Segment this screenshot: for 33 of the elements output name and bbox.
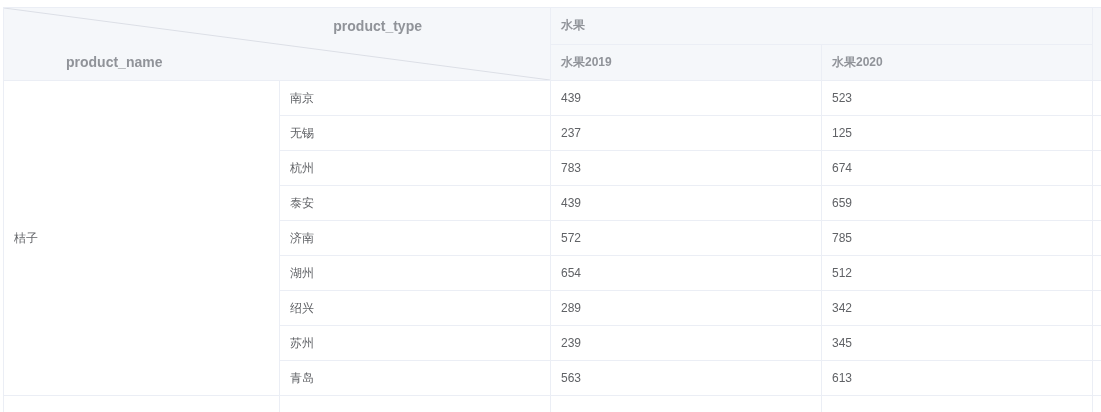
table-cell: 654 (550, 255, 822, 291)
column-header: 水果2020 (821, 44, 1093, 81)
table-cell: 523 (821, 80, 1093, 116)
table-cell: 泰安 (279, 185, 551, 221)
table-cell: 杭州 (279, 150, 551, 186)
table-cell: 济南 (279, 220, 551, 256)
table-cell: 289 (550, 290, 822, 326)
table-cell: 783 (550, 150, 822, 186)
table-cell: 125 (821, 115, 1093, 151)
table-cell: 无锡 (279, 115, 551, 151)
table-cell: 572 (550, 220, 822, 256)
table-cell: 湖州 (279, 255, 551, 291)
table-cell: 613 (821, 360, 1093, 396)
table-cell: 512 (821, 255, 1093, 291)
table-cell: 239 (550, 325, 822, 361)
table-cell: 563 (550, 360, 822, 396)
table-cell: 绍兴 (279, 290, 551, 326)
table-cell: 237 (550, 115, 822, 151)
column-axis-label: product_type (333, 18, 422, 34)
table-cell: 苏州 (279, 325, 551, 361)
table-cell: 439 (550, 185, 822, 221)
table-cell: 南京 (279, 80, 551, 116)
column-header: 水果2019 (550, 44, 822, 81)
table-cell: 674 (821, 150, 1093, 186)
table-cell: 785 (821, 220, 1093, 256)
table-cell: 青岛 (279, 360, 551, 396)
table-cell: 659 (821, 185, 1093, 221)
table-cell: 342 (821, 290, 1093, 326)
table-cell: 345 (821, 325, 1093, 361)
table-cell: 439 (550, 80, 822, 116)
row-axis-label: product_name (66, 54, 163, 70)
column-group-header: 水果 (550, 7, 1093, 44)
table-cell: 桔子 (3, 80, 280, 396)
